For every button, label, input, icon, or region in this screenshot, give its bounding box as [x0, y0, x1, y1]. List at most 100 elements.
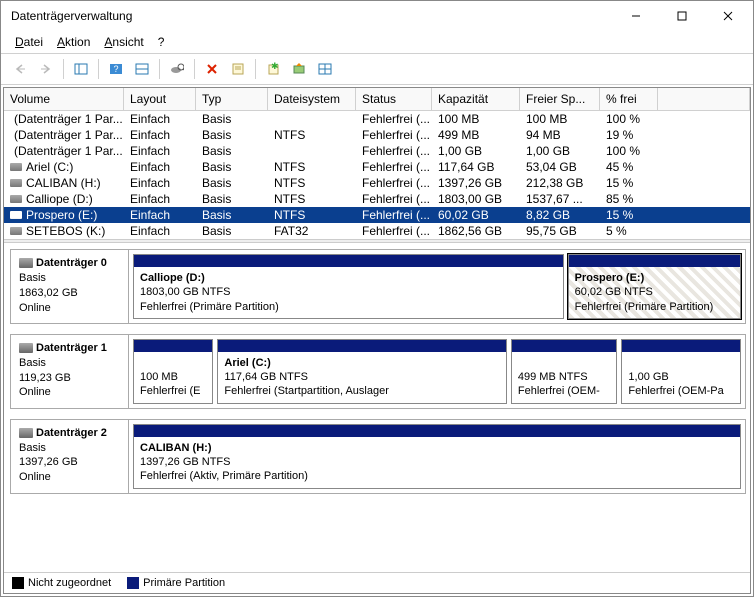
partition[interactable]: 100 MBFehlerfrei (E	[133, 339, 213, 404]
volume-row[interactable]: CALIBAN (H:)EinfachBasisNTFSFehlerfrei (…	[4, 175, 750, 191]
volume-fs: NTFS	[268, 191, 356, 207]
legend-unallocated: Nicht zugeordnet	[12, 577, 111, 589]
partition-color-bar	[622, 340, 740, 352]
partition-info: 499 MB NTFSFehlerfrei (OEM-	[512, 352, 617, 403]
volume-row[interactable]: (Datenträger 1 Par...EinfachBasisNTFSFeh…	[4, 127, 750, 143]
disk-icon	[19, 428, 33, 438]
partition[interactable]: 499 MB NTFSFehlerfrei (OEM-	[511, 339, 618, 404]
svg-text:✱: ✱	[271, 62, 279, 71]
svg-text:?: ?	[113, 64, 118, 74]
volume-fs	[268, 111, 356, 127]
menu-ansicht[interactable]: Ansicht	[98, 33, 149, 51]
volume-list: Volume Layout Typ Dateisystem Status Kap…	[4, 88, 750, 239]
partition[interactable]: Ariel (C:)117,64 GB NTFSFehlerfrei (Star…	[217, 339, 506, 404]
col-status[interactable]: Status	[356, 88, 432, 110]
volume-row[interactable]: (Datenträger 1 Par...EinfachBasisFehlerf…	[4, 143, 750, 159]
volume-layout: Einfach	[124, 223, 196, 239]
volume-cap: 499 MB	[432, 127, 520, 143]
volume-status: Fehlerfrei (...	[356, 191, 432, 207]
col-spacer	[658, 88, 750, 110]
col-volume[interactable]: Volume	[4, 88, 124, 110]
volume-row[interactable]: SETEBOS (K:)EinfachBasisFAT32Fehlerfrei …	[4, 223, 750, 239]
volume-pct: 85 %	[600, 191, 658, 207]
menu-help[interactable]: ?	[152, 33, 171, 51]
minimize-button[interactable]	[613, 1, 659, 31]
disk-management-window: Datenträgerverwaltung Datei Aktion Ansic…	[0, 0, 754, 597]
volume-typ: Basis	[196, 223, 268, 239]
forward-button[interactable]	[35, 58, 57, 80]
delete-button[interactable]	[201, 58, 223, 80]
settings-button[interactable]	[314, 58, 336, 80]
volume-layout: Einfach	[124, 175, 196, 191]
volume-pct: 19 %	[600, 127, 658, 143]
volume-status: Fehlerfrei (...	[356, 207, 432, 223]
maximize-button[interactable]	[659, 1, 705, 31]
legend: Nicht zugeordnet Primäre Partition	[4, 572, 750, 593]
menu-datei[interactable]: Datei	[9, 33, 49, 51]
volume-row[interactable]: (Datenträger 1 Par...EinfachBasisFehlerf…	[4, 111, 750, 127]
disk-row: Datenträger 1Basis119,23 GBOnline 100 MB…	[10, 334, 746, 409]
back-button[interactable]	[9, 58, 31, 80]
disk-label[interactable]: Datenträger 2Basis1397,26 GBOnline	[11, 420, 129, 493]
refresh-button[interactable]	[131, 58, 153, 80]
disk-partitions: CALIBAN (H:)1397,26 GB NTFSFehlerfrei (A…	[129, 420, 745, 493]
volume-typ: Basis	[196, 111, 268, 127]
attach-vhd-button[interactable]	[288, 58, 310, 80]
volume-typ: Basis	[196, 191, 268, 207]
volume-name: (Datenträger 1 Par...	[4, 127, 124, 143]
partition[interactable]: Prospero (E:)60,02 GB NTFSFehlerfrei (Pr…	[568, 254, 741, 319]
partition[interactable]: CALIBAN (H:)1397,26 GB NTFSFehlerfrei (A…	[133, 424, 741, 489]
volume-pct: 45 %	[600, 159, 658, 175]
partition-color-bar	[134, 425, 740, 437]
disk-label[interactable]: Datenträger 0Basis1863,02 GBOnline	[11, 250, 129, 323]
volume-layout: Einfach	[124, 159, 196, 175]
volume-name: Calliope (D:)	[4, 191, 124, 207]
col-pfrei[interactable]: % frei	[600, 88, 658, 110]
partition-color-bar	[134, 340, 212, 352]
volume-row[interactable]: Prospero (E:)EinfachBasisNTFSFehlerfrei …	[4, 207, 750, 223]
volume-typ: Basis	[196, 159, 268, 175]
volume-name: Prospero (E:)	[4, 207, 124, 223]
show-hide-console-tree-button[interactable]	[70, 58, 92, 80]
disk-partitions: 100 MBFehlerfrei (EAriel (C:)117,64 GB N…	[129, 335, 745, 408]
new-volume-button[interactable]: ✱	[262, 58, 284, 80]
partition[interactable]: 1,00 GBFehlerfrei (OEM-Pa	[621, 339, 741, 404]
volume-name: Ariel (C:)	[4, 159, 124, 175]
volume-row[interactable]: Calliope (D:)EinfachBasisNTFSFehlerfrei …	[4, 191, 750, 207]
volume-name: (Datenträger 1 Par...	[4, 143, 124, 159]
partition[interactable]: Calliope (D:)1803,00 GB NTFSFehlerfrei (…	[133, 254, 564, 319]
volume-status: Fehlerfrei (...	[356, 143, 432, 159]
volume-status: Fehlerfrei (...	[356, 159, 432, 175]
volume-row[interactable]: Ariel (C:)EinfachBasisNTFSFehlerfrei (..…	[4, 159, 750, 175]
help-button[interactable]: ?	[105, 58, 127, 80]
col-dateisystem[interactable]: Dateisystem	[268, 88, 356, 110]
col-layout[interactable]: Layout	[124, 88, 196, 110]
toolbar-separator	[255, 59, 256, 79]
col-typ[interactable]: Typ	[196, 88, 268, 110]
partition-info: 1,00 GBFehlerfrei (OEM-Pa	[622, 352, 740, 403]
window-title: Datenträgerverwaltung	[11, 9, 613, 23]
volume-pct: 15 %	[600, 207, 658, 223]
disk-label[interactable]: Datenträger 1Basis119,23 GBOnline	[11, 335, 129, 408]
volume-pct: 100 %	[600, 111, 658, 127]
disk-icon	[10, 163, 22, 171]
toolbar-separator	[63, 59, 64, 79]
close-button[interactable]	[705, 1, 751, 31]
volume-layout: Einfach	[124, 111, 196, 127]
volume-cap: 1,00 GB	[432, 143, 520, 159]
toolbar: ? ✱	[1, 53, 753, 85]
properties-button[interactable]	[227, 58, 249, 80]
partition-color-bar	[512, 340, 617, 352]
volume-cap: 1397,26 GB	[432, 175, 520, 191]
toolbar-separator	[194, 59, 195, 79]
volume-cap: 100 MB	[432, 111, 520, 127]
col-kapazitaet[interactable]: Kapazität	[432, 88, 520, 110]
volume-list-header: Volume Layout Typ Dateisystem Status Kap…	[4, 88, 750, 111]
col-freier[interactable]: Freier Sp...	[520, 88, 600, 110]
rescan-disks-button[interactable]	[166, 58, 188, 80]
disk-row: Datenträger 0Basis1863,02 GBOnlineCallio…	[10, 249, 746, 324]
menu-aktion[interactable]: Aktion	[51, 33, 96, 51]
volume-name: SETEBOS (K:)	[4, 223, 124, 239]
volume-fs	[268, 143, 356, 159]
volume-pct: 15 %	[600, 175, 658, 191]
